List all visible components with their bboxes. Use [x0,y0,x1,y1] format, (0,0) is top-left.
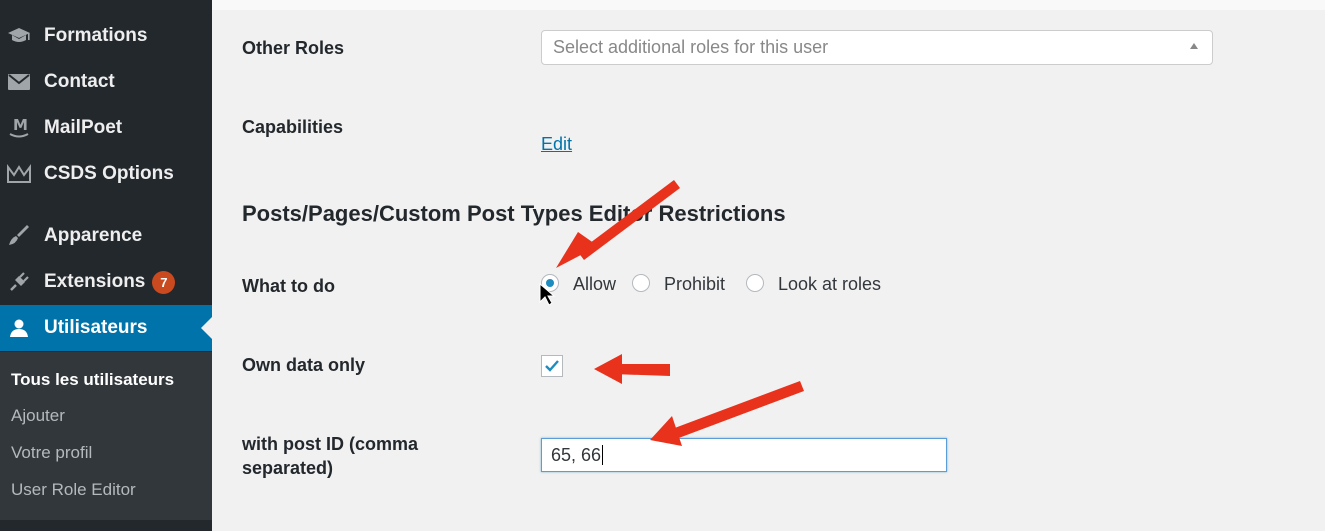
mouse-pointer-icon [539,282,556,306]
annotation-overlay [539,180,804,446]
red-arrow-icon [650,381,804,446]
red-arrow-icon [556,180,680,268]
red-arrow-icon [594,354,670,384]
